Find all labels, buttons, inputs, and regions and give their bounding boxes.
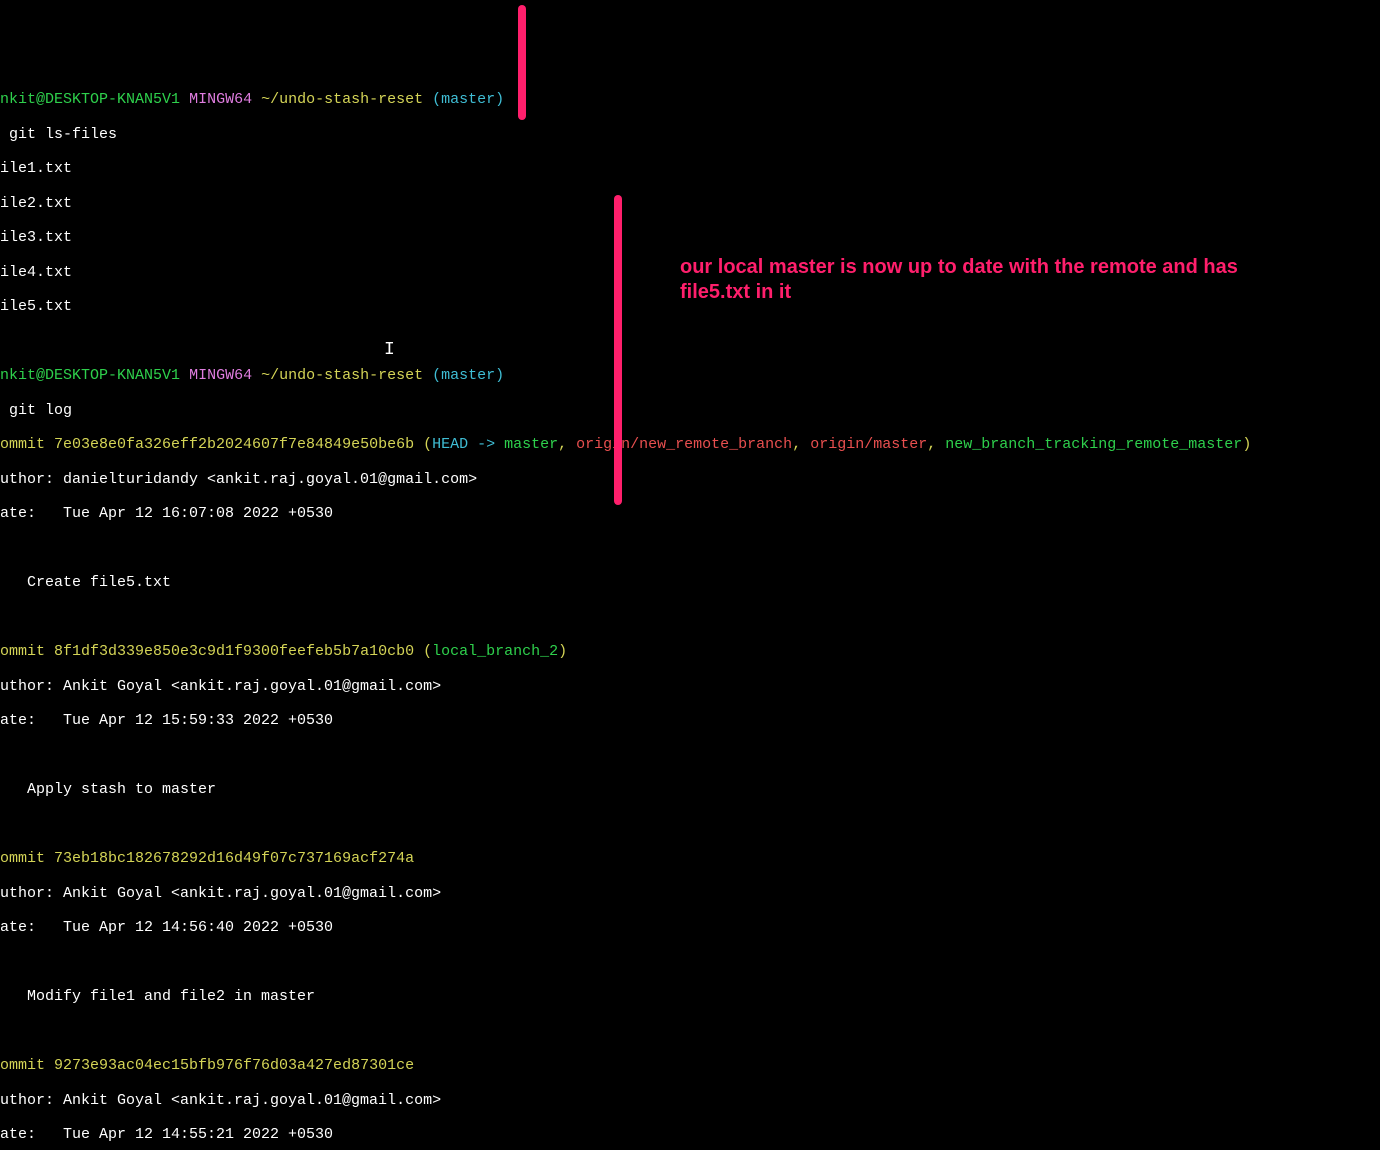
text-cursor-icon: I (384, 340, 395, 361)
branch: (master) (432, 91, 504, 108)
host: DESKTOP-KNAN5V1 (45, 367, 180, 384)
user: nkit (0, 91, 36, 108)
date-line: ate: Tue Apr 12 15:59:33 2022 +0530 (0, 712, 1380, 729)
prompt-line: nkit@DESKTOP-KNAN5V1 MINGW64 ~/undo-stas… (0, 91, 1380, 108)
commit-header: ommit 8f1df3d339e850e3c9d1f9300feefeb5b7… (0, 643, 1380, 660)
annotation-divider-icon (614, 195, 622, 505)
commit-prefix: ommit (0, 643, 54, 660)
sep: , (558, 436, 576, 453)
paren-open: ( (414, 436, 432, 453)
command: git log (0, 402, 1380, 419)
file-output: ile1.txt (0, 160, 1380, 177)
commit-prefix: ommit (0, 850, 54, 867)
blank-line (0, 954, 1380, 971)
remote-ref: origin/master (810, 436, 927, 453)
at: @ (36, 367, 45, 384)
commit-hash: 9273e93ac04ec15bfb976f76d03a427ed87301ce (54, 1057, 414, 1074)
author-line: uthor: danielturidandy <ankit.raj.goyal.… (0, 471, 1380, 488)
blank-line (0, 609, 1380, 626)
commit-prefix: ommit (0, 436, 54, 453)
terminal-output[interactable]: nkit@DESKTOP-KNAN5V1 MINGW64 ~/undo-stas… (0, 69, 1380, 1150)
commit-header: ommit 9273e93ac04ec15bfb976f76d03a427ed8… (0, 1057, 1380, 1074)
author-line: uthor: Ankit Goyal <ankit.raj.goyal.01@g… (0, 678, 1380, 695)
blank-line (0, 540, 1380, 557)
commit-hash: 8f1df3d339e850e3c9d1f9300feefeb5b7a10cb0 (54, 643, 414, 660)
command: git ls-files (0, 126, 1380, 143)
shell: MINGW64 (189, 91, 252, 108)
commit-prefix: ommit (0, 1057, 54, 1074)
paren-open: ( (414, 643, 432, 660)
prompt-line: nkit@DESKTOP-KNAN5V1 MINGW64 ~/undo-stas… (0, 367, 1380, 384)
commit-message: Modify file1 and file2 in master (0, 988, 1380, 1005)
paren-close: ) (558, 643, 567, 660)
blank-line (0, 816, 1380, 833)
branch: (master) (432, 367, 504, 384)
date-line: ate: Tue Apr 12 16:07:08 2022 +0530 (0, 505, 1380, 522)
host: DESKTOP-KNAN5V1 (45, 91, 180, 108)
commit-hash: 73eb18bc182678292d16d49f07c737169acf274a (54, 850, 414, 867)
sep: , (792, 436, 810, 453)
branch-master: master (504, 436, 558, 453)
paren-close: ) (1242, 436, 1251, 453)
date-line: ate: Tue Apr 12 14:56:40 2022 +0530 (0, 919, 1380, 936)
local-ref: new_branch_tracking_remote_master (945, 436, 1242, 453)
remote-ref: origin/new_remote_branch (576, 436, 792, 453)
file-output: ile2.txt (0, 195, 1380, 212)
path: ~/undo-stash-reset (261, 367, 423, 384)
author-line: uthor: Ankit Goyal <ankit.raj.goyal.01@g… (0, 1092, 1380, 1109)
commit-message: Create file5.txt (0, 574, 1380, 591)
commit-hash: 7e03e8e0fa326eff2b2024607f7e84849e50be6b (54, 436, 414, 453)
local-ref: local_branch_2 (432, 643, 558, 660)
shell: MINGW64 (189, 367, 252, 384)
blank-line (0, 1023, 1380, 1040)
at: @ (36, 91, 45, 108)
path: ~/undo-stash-reset (261, 91, 423, 108)
commit-message: Apply stash to master (0, 781, 1380, 798)
blank-line (0, 333, 1380, 350)
head-ref: HEAD -> (432, 436, 504, 453)
date-line: ate: Tue Apr 12 14:55:21 2022 +0530 (0, 1126, 1380, 1143)
file-output: ile3.txt (0, 229, 1380, 246)
commit-header: ommit 73eb18bc182678292d16d49f07c737169a… (0, 850, 1380, 867)
author-line: uthor: Ankit Goyal <ankit.raj.goyal.01@g… (0, 885, 1380, 902)
blank-line (0, 747, 1380, 764)
annotation-divider-icon (518, 5, 526, 120)
sep: , (927, 436, 945, 453)
commit-header: ommit 7e03e8e0fa326eff2b2024607f7e84849e… (0, 436, 1380, 453)
annotation-text: our local master is now up to date with … (680, 255, 1310, 305)
user: nkit (0, 367, 36, 384)
